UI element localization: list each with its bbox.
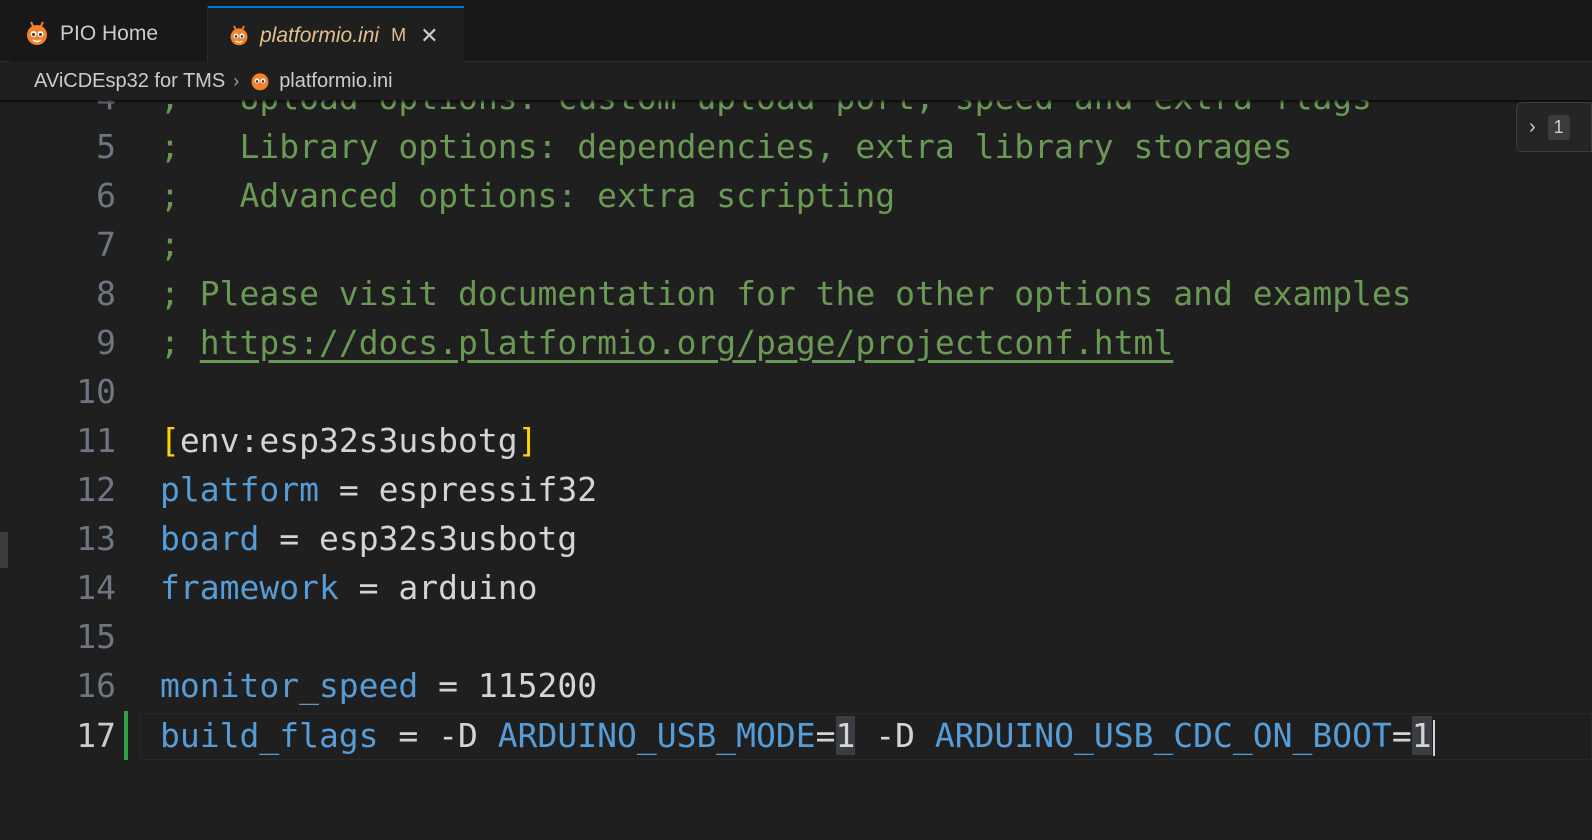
platformio-icon xyxy=(27,21,47,45)
config-value: 115200 xyxy=(477,666,598,705)
comment-prefix: ; xyxy=(160,323,200,362)
breadcrumb: AViCDEsp32 for TMS › platformio.ini xyxy=(0,62,1592,100)
macro-value: 1 xyxy=(1411,716,1432,755)
code-line: 6 ; Advanced options: extra scripting xyxy=(0,171,1592,220)
code-line: 5 ; Library options: dependencies, extra… xyxy=(0,122,1592,171)
config-key: monitor_speed xyxy=(160,666,419,705)
macro-name: ARDUINO_USB_CDC_ON_BOOT xyxy=(934,716,1392,755)
config-value: espressif32 xyxy=(378,470,598,509)
code-line: 16 monitor_speed = 115200 xyxy=(0,661,1592,710)
config-key: framework xyxy=(160,568,339,607)
line-number: 9 xyxy=(96,323,116,362)
code-line-current: 17 build_flags = -D ARDUINO_USB_MODE=1 -… xyxy=(0,711,1592,760)
code-line: 9 ; https://docs.platformio.org/page/pro… xyxy=(0,318,1592,367)
line-number: 8 xyxy=(96,274,116,313)
comment-text: ; Advanced options: extra scripting xyxy=(160,176,896,215)
scroll-marker xyxy=(0,532,8,568)
code-line: 7 ; xyxy=(0,220,1592,269)
breadcrumb-project[interactable]: AViCDEsp32 for TMS xyxy=(34,70,225,93)
chevron-right-icon[interactable]: › xyxy=(1529,116,1536,139)
line-number: 13 xyxy=(76,519,116,558)
config-value: arduino xyxy=(398,568,538,607)
assign: = -D xyxy=(378,716,498,755)
editor-tab-bar: PIO Home platformio.ini M ✕ xyxy=(0,0,1592,63)
close-icon[interactable]: ✕ xyxy=(420,23,438,49)
tab-label: PIO Home xyxy=(60,22,159,45)
platformio-icon xyxy=(230,24,248,45)
code-line: 8 ; Please visit documentation for the o… xyxy=(0,269,1592,318)
code-line: 15 xyxy=(0,612,1592,661)
code-line: 12 platform = espressif32 xyxy=(0,465,1592,514)
line-number: 17 xyxy=(76,716,116,755)
bracket-close: ] xyxy=(517,421,538,460)
tab-pio-home[interactable]: PIO Home xyxy=(10,6,208,62)
assign: = xyxy=(815,716,836,755)
comment-text: ; Library options: dependencies, extra l… xyxy=(160,127,1293,166)
assign: = xyxy=(338,568,399,607)
line-number: 14 xyxy=(76,568,116,607)
config-value: esp32s3usbotg xyxy=(318,519,578,558)
config-key: build_flags xyxy=(160,716,379,755)
breadcrumb-shadow xyxy=(0,100,1592,104)
config-key: board xyxy=(160,519,260,558)
peek-count: 1 xyxy=(1547,114,1570,140)
line-number: 7 xyxy=(96,225,116,264)
flag-separator: -D xyxy=(855,716,935,755)
assign: = xyxy=(259,519,319,558)
line-number: 10 xyxy=(76,372,116,411)
macro-value: 1 xyxy=(835,716,856,755)
breadcrumb-file[interactable]: platformio.ini xyxy=(249,69,393,93)
comment-text: ; Please visit documentation for the oth… xyxy=(160,274,1412,313)
code-editor[interactable]: 4 ; Upload options: custom upload port, … xyxy=(0,100,1592,840)
code-line: 10 xyxy=(0,367,1592,416)
section-name: env:esp32s3usbotg xyxy=(179,421,518,460)
line-number: 11 xyxy=(76,421,116,460)
code-line: 13 board = esp32s3usbotg xyxy=(0,514,1592,563)
code-line: 14 framework = arduino xyxy=(0,563,1592,612)
assign: = xyxy=(318,470,379,509)
breadcrumb-file-label: platformio.ini xyxy=(279,69,393,92)
line-number: 6 xyxy=(96,176,116,215)
docs-link[interactable]: https://docs.platformio.org/page/project… xyxy=(200,323,1174,362)
tab-label: platformio.ini xyxy=(260,23,380,47)
assign: = xyxy=(418,666,478,705)
line-number: 12 xyxy=(76,470,116,509)
config-key: platform xyxy=(160,470,319,509)
code-line: 11 [env:esp32s3usbotg] xyxy=(0,416,1592,465)
comment-text: ; xyxy=(160,225,180,264)
line-number: 5 xyxy=(96,127,116,166)
platformio-icon xyxy=(251,73,269,91)
bracket-open: [ xyxy=(160,421,180,460)
text-cursor xyxy=(1432,719,1435,756)
modified-indicator: M xyxy=(391,25,407,45)
line-number: 15 xyxy=(76,617,116,656)
macro-name: ARDUINO_USB_MODE xyxy=(497,716,816,755)
assign: = xyxy=(1391,716,1412,755)
chevron-right-icon: › xyxy=(233,70,240,91)
line-number: 16 xyxy=(76,666,116,705)
tab-platformio-ini[interactable]: platformio.ini M ✕ xyxy=(208,6,464,63)
peek-widget[interactable]: › 1 xyxy=(1516,102,1592,152)
